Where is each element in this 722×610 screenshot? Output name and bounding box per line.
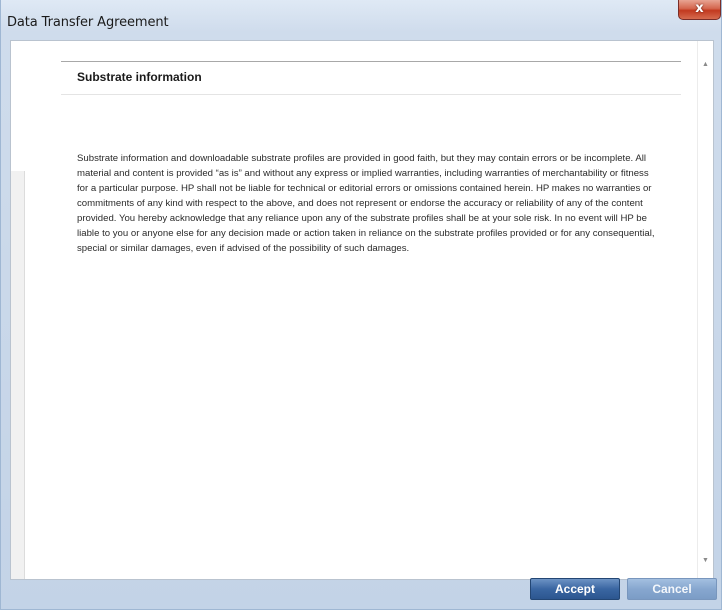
close-button[interactable]: x: [678, 0, 721, 20]
title-bar[interactable]: Data Transfer Agreement x: [1, 0, 721, 40]
left-gutter-panel: [11, 171, 25, 579]
scroll-down-arrow-icon[interactable]: ▼: [698, 553, 713, 569]
close-icon: x: [695, 1, 704, 16]
vertical-scrollbar[interactable]: ▲ ▼: [697, 41, 713, 579]
scroll-up-arrow-icon[interactable]: ▲: [698, 57, 713, 73]
agreement-panel: Substrate information Substrate informat…: [25, 41, 697, 579]
dialog-footer: Accept Cancel: [10, 578, 717, 610]
section-heading: Substrate information: [77, 70, 202, 84]
left-gutter: [11, 41, 25, 579]
accept-button[interactable]: Accept: [530, 578, 620, 600]
dialog-content-area: Substrate information Substrate informat…: [10, 40, 714, 580]
dialog-window: Data Transfer Agreement x Substrate info…: [0, 0, 722, 610]
section-top-divider: [61, 61, 681, 62]
agreement-text: Substrate information and downloadable s…: [77, 153, 655, 254]
section-heading-divider: [61, 94, 681, 95]
cancel-button[interactable]: Cancel: [627, 578, 717, 600]
window-title: Data Transfer Agreement: [7, 15, 169, 30]
